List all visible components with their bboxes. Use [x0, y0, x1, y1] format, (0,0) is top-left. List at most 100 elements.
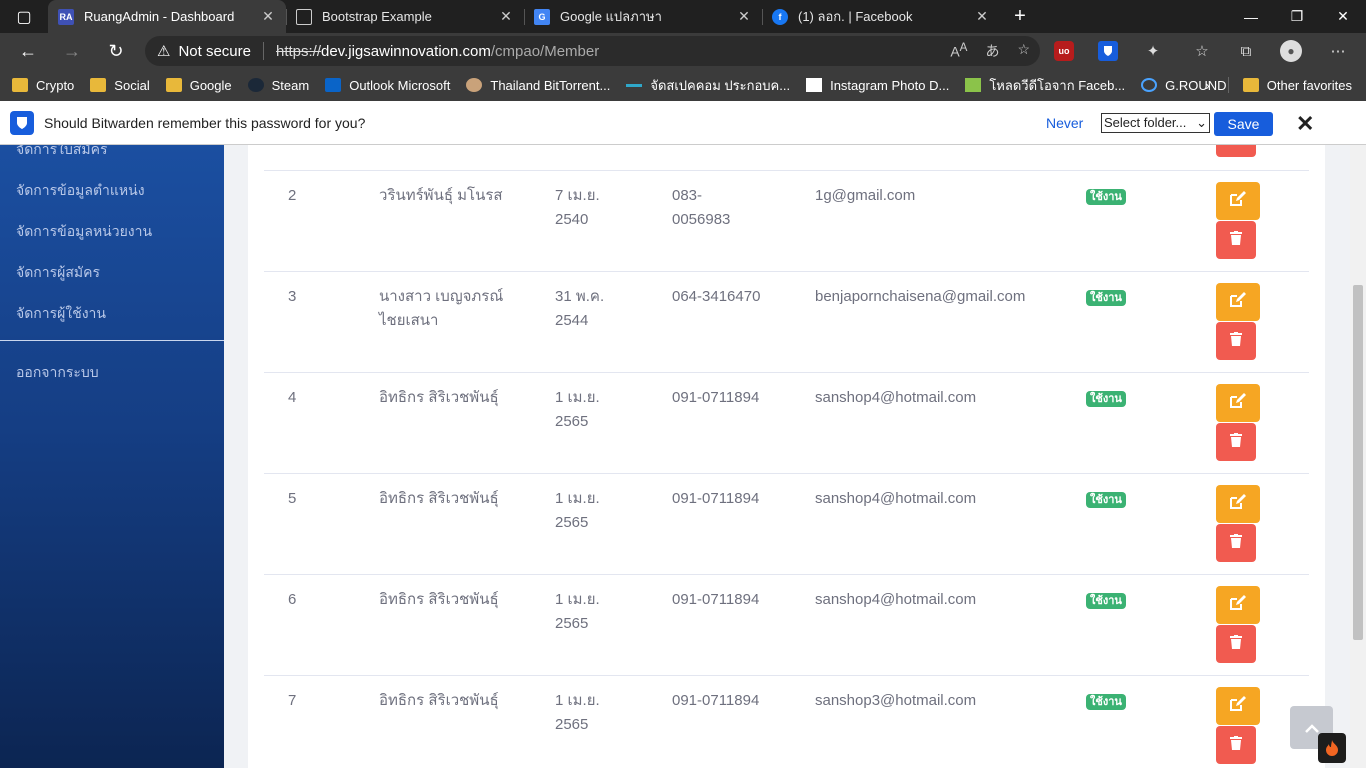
birth-date: 7 เม.ย.	[555, 187, 600, 204]
ground-icon	[1141, 78, 1158, 92]
close-tab-icon[interactable]: ✕	[258, 8, 278, 25]
delete-button[interactable]	[1216, 221, 1256, 259]
bitwarden-extension-icon[interactable]	[1098, 41, 1118, 61]
row-number: 5	[288, 490, 297, 507]
bookmark-instagram-download[interactable]: Instagram Photo D...	[806, 78, 949, 93]
folder-select[interactable]: Select folder... ⌄	[1101, 113, 1210, 133]
page-scrollbar[interactable]	[1350, 145, 1366, 768]
bookmark-steam[interactable]: Steam	[247, 77, 310, 93]
forward-icon[interactable]: →	[50, 41, 94, 62]
delete-button[interactable]	[1216, 145, 1256, 157]
status-badge: ใช้งาน	[1086, 492, 1126, 508]
scrollbar-thumb[interactable]	[1353, 285, 1363, 640]
bookmark-outlook[interactable]: Outlook Microsoft	[325, 78, 450, 93]
tab-bootstrap-example[interactable]: Bootstrap Example ✕	[286, 0, 524, 33]
folder-icon	[90, 78, 107, 92]
fire-icon[interactable]	[1318, 733, 1346, 763]
sidebar-item-departments[interactable]: จัดการข้อมูลหน่วยงาน	[16, 221, 152, 243]
read-aloud-icon[interactable]: AA	[950, 41, 967, 61]
more-menu-icon[interactable]: ⋯	[1327, 40, 1349, 62]
table-row: 4 อิทธิกร สิริเวชพันธุ์ 1 เม.ย. 2565 091-071…	[264, 372, 1309, 473]
restore-icon[interactable]: ❐	[1274, 0, 1320, 33]
tab-title: Google แปลภาษา	[560, 9, 662, 24]
birth-date: 2540	[555, 211, 589, 228]
sidebar-item-logout[interactable]: ออกจากระบบ	[16, 362, 99, 384]
phone-number: 083-	[672, 187, 703, 204]
bookmark-social[interactable]: Social	[90, 78, 150, 93]
extensions-icon[interactable]: ✦	[1142, 40, 1164, 62]
sidebar-item-positions[interactable]: จัดการข้อมูลตำแหน่ง	[16, 180, 145, 202]
tab-ruangadmin[interactable]: RA RuangAdmin - Dashboard ✕	[48, 0, 286, 33]
chevron-right-icon[interactable]: ›	[1205, 78, 1209, 93]
edit-button[interactable]	[1216, 485, 1260, 523]
collections-icon[interactable]: ⧉	[1235, 40, 1257, 62]
url-path: /cmpao/Member	[490, 42, 600, 60]
refresh-icon[interactable]: ↻	[94, 41, 138, 62]
bookmark-label: Steam	[271, 77, 310, 93]
close-window-icon[interactable]: ✕	[1320, 0, 1366, 33]
tab-google-translate[interactable]: G Google แปลภาษา ✕	[524, 0, 762, 33]
phone-number: 091-0711894	[672, 692, 760, 709]
add-favorite-icon[interactable]: ☆	[1017, 41, 1030, 61]
email: sanshop4@hotmail.com	[815, 389, 977, 406]
facebook-icon: f	[772, 8, 788, 25]
email: sanshop3@hotmail.com	[815, 692, 977, 709]
back-icon[interactable]: ←	[6, 41, 50, 62]
new-tab-button[interactable]: +	[1000, 0, 1040, 33]
table-row: 2 วรินทร์พันธุ์ มโนรส 7 เม.ย. 2540 083- 00569…	[264, 170, 1309, 271]
favorites-icon[interactable]: ☆	[1191, 40, 1213, 62]
sidebar-item-applicants[interactable]: จัดการผู้สมัคร	[16, 262, 100, 284]
browser-tab-bar: ▢ RA RuangAdmin - Dashboard ✕ Bootstrap …	[0, 0, 1366, 33]
bookmark-facebook-video[interactable]: โหลดวีดีโอจาก Faceb...	[965, 75, 1125, 96]
folder-icon	[12, 78, 28, 92]
birth-date: 2565	[555, 716, 589, 733]
save-button[interactable]: Save	[1214, 112, 1273, 136]
birth-date: 1 เม.ย.	[555, 490, 600, 507]
close-tab-icon[interactable]: ✕	[734, 8, 754, 25]
member-name: อิทธิกร สิริเวชพันธุ์	[379, 591, 499, 608]
bookmark-label: Crypto	[36, 77, 75, 93]
table-row: 7 อิทธิกร สิริเวชพันธุ์ 1 เม.ย. 2565 091-071…	[264, 675, 1309, 768]
delete-button[interactable]	[1216, 423, 1256, 461]
bookmark-spec-computer[interactable]: จัดสเปคคอม ประกอบค...	[626, 75, 790, 96]
folder-select-value: Select folder...	[1104, 115, 1187, 130]
delete-button[interactable]	[1216, 524, 1256, 562]
email: benjapornchaisena@gmail.com	[815, 288, 1026, 305]
minimize-icon[interactable]: —	[1228, 0, 1274, 33]
edit-button[interactable]	[1216, 283, 1260, 321]
sidebar-item-applications[interactable]: จัดการใบสมัคร	[16, 145, 108, 161]
other-favorites[interactable]: Other favorites	[1242, 77, 1352, 93]
translate-icon[interactable]: あ	[985, 41, 999, 61]
tab-facebook[interactable]: f (1) ลอก. | Facebook ✕	[762, 0, 1000, 33]
ublock-icon[interactable]: uo	[1054, 41, 1074, 61]
bookmark-label: Other favorites	[1266, 77, 1352, 93]
url-bar[interactable]: ⚠ Not secure https:// dev.jigsawinnovati…	[145, 36, 1040, 66]
birth-date: 2544	[555, 312, 589, 329]
sidebar-item-users[interactable]: จัดการผู้ใช้งาน	[16, 303, 106, 325]
never-link[interactable]: Never	[1046, 115, 1083, 131]
delete-button[interactable]	[1216, 625, 1256, 663]
delete-button[interactable]	[1216, 322, 1256, 360]
table-row: 6 อิทธิกร สิริเวชพันธุ์ 1 เม.ย. 2565 091-071…	[264, 574, 1309, 675]
bitwarden-notification-bar: Should Bitwarden remember this password …	[0, 101, 1366, 145]
edit-icon	[1229, 695, 1247, 717]
bookmark-google[interactable]: Google	[165, 78, 232, 93]
url-host: dev.jigsawinnovation.com	[321, 42, 491, 60]
member-name: วรินทร์พันธุ์ มโนรส	[379, 187, 503, 204]
tab-title: (1) ลอก. | Facebook	[798, 9, 913, 24]
profile-avatar[interactable]: ●	[1280, 40, 1302, 62]
edit-button[interactable]	[1216, 182, 1260, 220]
edit-button[interactable]	[1216, 384, 1260, 422]
edit-button[interactable]	[1216, 687, 1260, 725]
bookmark-crypto[interactable]: Crypto	[12, 78, 74, 93]
bookmark-bittorrent[interactable]: Thailand BitTorrent...	[466, 78, 610, 93]
close-icon[interactable]: ✕	[1296, 111, 1314, 137]
member-name: นางสาว เบญจภรณ์	[379, 288, 504, 305]
delete-button[interactable]	[1216, 726, 1256, 764]
bookmark-divider	[1227, 77, 1229, 93]
tab-actions-icon[interactable]: ▢	[0, 0, 48, 33]
edit-button[interactable]	[1216, 586, 1260, 624]
close-tab-icon[interactable]: ✕	[972, 8, 992, 25]
bookmark-label: Thailand BitTorrent...	[490, 77, 611, 93]
close-tab-icon[interactable]: ✕	[496, 8, 516, 25]
